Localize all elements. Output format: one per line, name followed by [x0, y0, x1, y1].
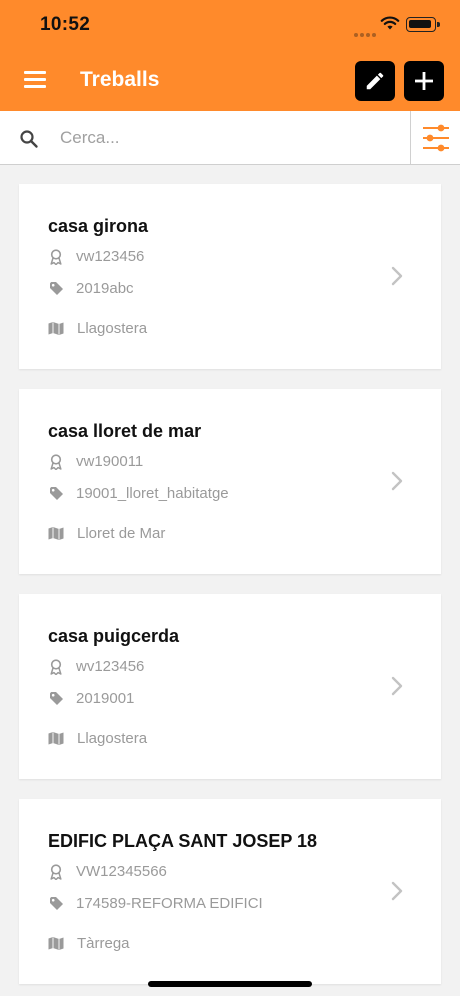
- app-header: 10:52 Treballs: [0, 0, 460, 111]
- job-code-row: vw190011: [48, 453, 143, 470]
- job-title: casa lloret de mar: [48, 421, 202, 441]
- plus-icon: [415, 72, 433, 90]
- battery-icon: [406, 17, 440, 32]
- award-icon: [48, 248, 64, 265]
- status-bar: 10:52: [0, 0, 460, 50]
- job-tag-row: 2019abc: [48, 280, 134, 297]
- job-tag: 2019001: [76, 690, 135, 707]
- job-code: VW12345566: [76, 863, 167, 880]
- search-icon: [20, 130, 38, 148]
- chevron-right-icon: [391, 266, 403, 286]
- job-location: Llagostera: [77, 320, 148, 337]
- job-code: vw190011: [76, 453, 144, 470]
- edit-button[interactable]: [355, 61, 395, 101]
- home-indicator: [148, 981, 312, 987]
- map-icon: [48, 526, 64, 542]
- job-card[interactable]: casa lloret de mar vw190011 19001_lloret…: [19, 389, 441, 574]
- job-tag: 2019abc: [76, 280, 134, 297]
- job-location: Lloret de Mar: [77, 525, 166, 542]
- tag-icon: [48, 691, 64, 707]
- job-card[interactable]: EDIFIC PLAÇA SANT JOSEP 18 VW12345566 17…: [19, 799, 441, 984]
- pencil-icon: [366, 72, 384, 90]
- job-location: Tàrrega: [77, 935, 130, 952]
- map-icon: [48, 731, 64, 747]
- job-tag: 174589-REFORMA EDIFICI: [76, 895, 263, 912]
- job-location-row: Llagostera: [48, 320, 147, 337]
- job-code: wv123456: [76, 658, 145, 675]
- job-card[interactable]: casa puigcerda wv123456 2019001 Llagoste…: [19, 594, 441, 779]
- award-icon: [48, 453, 64, 470]
- menu-icon[interactable]: [24, 71, 46, 88]
- tag-icon: [48, 486, 64, 502]
- search-input[interactable]: [60, 121, 400, 155]
- award-icon: [48, 658, 64, 675]
- sliders-icon: [422, 124, 449, 151]
- job-tag-row: 19001_lloret_habitatge: [48, 485, 229, 502]
- job-location-row: Lloret de Mar: [48, 525, 165, 542]
- status-time: 10:52: [40, 14, 91, 35]
- page-title: Treballs: [80, 68, 160, 91]
- award-icon: [48, 863, 64, 880]
- tag-icon: [48, 281, 64, 297]
- chevron-right-icon: [391, 471, 403, 491]
- job-card[interactable]: casa girona vw123456 2019abc Llagostera: [19, 184, 441, 369]
- wifi-icon: [380, 16, 400, 30]
- chevron-right-icon: [391, 676, 403, 696]
- job-location: Llagostera: [77, 730, 148, 747]
- job-title: casa girona: [48, 216, 149, 236]
- map-icon: [48, 321, 64, 337]
- signal-icon: [354, 24, 378, 37]
- chevron-right-icon: [391, 881, 403, 901]
- job-tag: 19001_lloret_habitatge: [76, 485, 229, 502]
- job-tag-row: 2019001: [48, 690, 134, 707]
- job-tag-row: 174589-REFORMA EDIFICI: [48, 895, 263, 912]
- job-code: vw123456: [76, 248, 145, 265]
- job-location-row: Tàrrega: [48, 935, 130, 952]
- add-button[interactable]: [404, 61, 444, 101]
- job-title: EDIFIC PLAÇA SANT JOSEP 18: [48, 831, 318, 851]
- job-code-row: wv123456: [48, 658, 144, 675]
- job-title: casa puigcerda: [48, 626, 180, 646]
- job-location-row: Llagostera: [48, 730, 147, 747]
- search-bar: [0, 111, 460, 165]
- job-code-row: VW12345566: [48, 863, 167, 880]
- tag-icon: [48, 896, 64, 912]
- job-code-row: vw123456: [48, 248, 144, 265]
- job-list: casa girona vw123456 2019abc Llagostera …: [19, 184, 441, 996]
- map-icon: [48, 936, 64, 952]
- filter-button[interactable]: [410, 111, 460, 164]
